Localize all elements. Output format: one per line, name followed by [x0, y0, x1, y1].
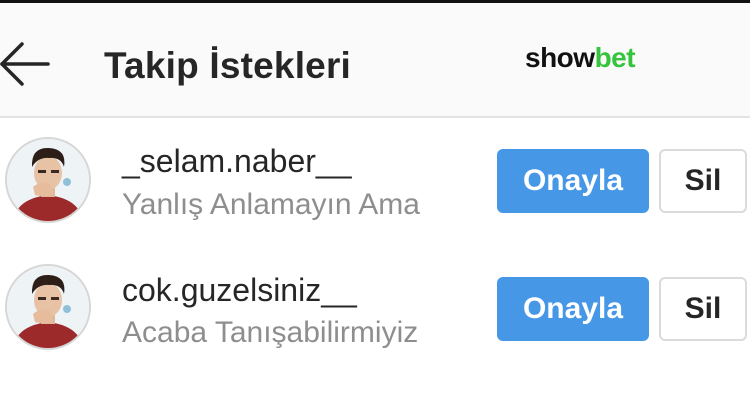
follow-request-row: _selam.naber__ Yanlış Anlamayın Ama Onay… — [0, 121, 750, 241]
approve-button[interactable]: Onayla — [497, 149, 649, 213]
user-avatar-icon — [5, 137, 91, 223]
avatar[interactable] — [5, 264, 91, 350]
approve-button[interactable]: Onayla — [497, 277, 649, 341]
back-button[interactable] — [0, 41, 52, 87]
delete-button[interactable]: Sil — [659, 149, 747, 213]
request-subtitle: Acaba Tanışabilirmiyiz — [122, 316, 419, 349]
follow-request-row: cok.guzelsiniz__ Acaba Tanışabilirmiyiz … — [0, 248, 750, 368]
request-username[interactable]: _selam.naber__ — [122, 143, 351, 180]
brand-logo-part1: show — [525, 42, 595, 73]
brand-logo-part2: bet — [594, 42, 636, 73]
user-avatar-icon — [5, 264, 91, 350]
brand-logo: showbet — [525, 42, 636, 74]
arrow-left-icon — [0, 42, 50, 86]
avatar[interactable] — [5, 137, 91, 223]
page-title: Takip İstekleri — [104, 45, 352, 86]
request-subtitle: Yanlış Anlamayın Ama — [122, 188, 420, 221]
delete-button[interactable]: Sil — [659, 277, 747, 341]
request-username[interactable]: cok.guzelsiniz__ — [122, 272, 357, 309]
header-bar: Takip İstekleri showbet — [0, 3, 750, 118]
